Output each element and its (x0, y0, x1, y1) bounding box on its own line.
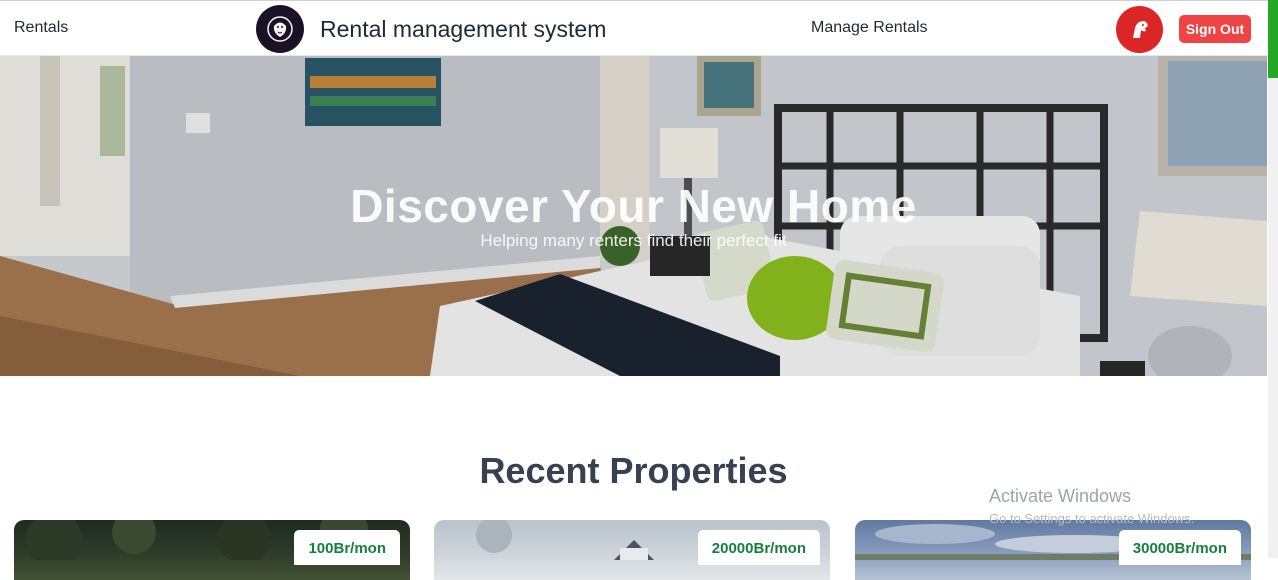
property-card[interactable]: 100Br/mon (14, 520, 410, 580)
price-badge: 30000Br/mon (1118, 530, 1241, 565)
property-card[interactable]: 30000Br/mon (855, 520, 1251, 580)
scrollbar-thumb[interactable] (1268, 0, 1278, 78)
hero-title: Discover Your New Home (350, 180, 917, 232)
price-badge: 100Br/mon (294, 530, 400, 565)
nav-link-manage-rentals[interactable]: Manage Rentals (811, 19, 928, 37)
price-badge: 20000Br/mon (697, 530, 820, 565)
property-card[interactable]: 20000Br/mon (434, 520, 830, 580)
nav-link-rentals[interactable]: Rentals (14, 19, 68, 37)
scrollbar-track[interactable] (1268, 78, 1278, 558)
lion-logo-icon[interactable] (256, 5, 304, 53)
hero-subtitle: Helping many renters find their perfect … (480, 231, 787, 250)
watermark-subtitle: Go to Settings to activate Windows. (989, 511, 1195, 526)
horse-avatar-icon[interactable] (1116, 6, 1163, 53)
top-navbar: Rentals Rental management system Manage … (0, 0, 1278, 56)
watermark-title: Activate Windows (989, 486, 1132, 506)
hero-banner: Discover Your New Home Helping many rent… (0, 56, 1267, 376)
sign-out-button[interactable]: Sign Out (1179, 15, 1251, 43)
windows-activation-watermark: Activate Windows Go to Settings to activ… (989, 486, 1194, 526)
app-title: Rental management system (320, 16, 607, 42)
